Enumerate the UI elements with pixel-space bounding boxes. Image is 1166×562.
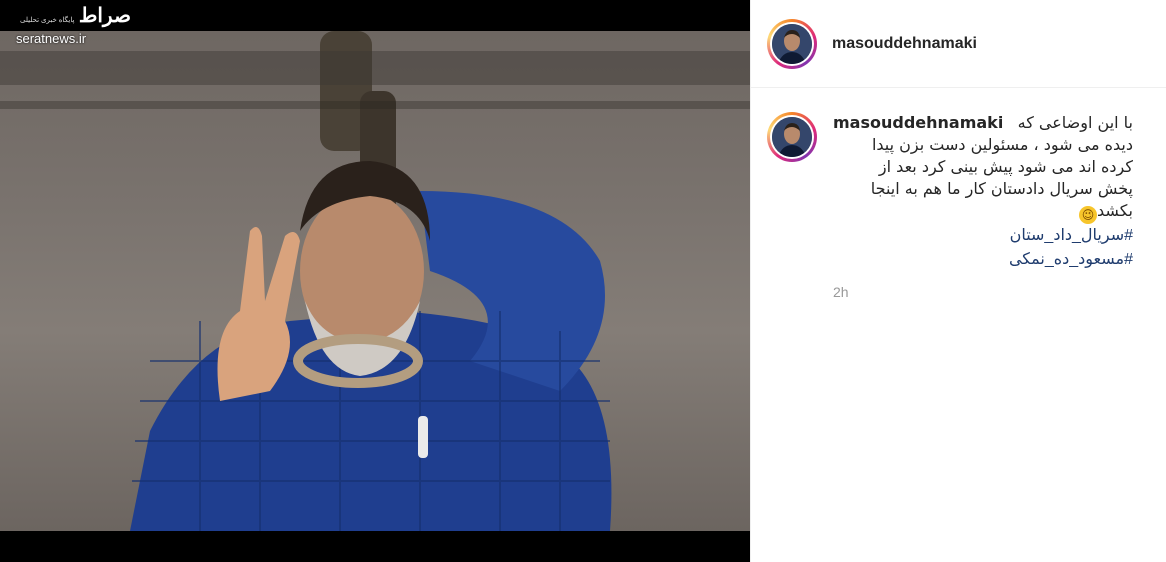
hashtag-link[interactable]: #سریال_داد_ستان (833, 224, 1133, 248)
watermark-subtitle: پایگاه خبری تحلیلی (20, 17, 75, 24)
caption-line: کرده اند می شود پیش بینی کرد بعد از (878, 157, 1133, 176)
watermark-logo: صراط (78, 3, 131, 27)
caption-text: masouddehnamaki با این اوضاعی که دیده می… (833, 112, 1133, 224)
post-sidebar: masouddehnamaki masouddehnamaki با این ا… (750, 0, 1166, 562)
header-username[interactable]: masouddehnamaki (832, 35, 977, 53)
avatar[interactable] (767, 112, 817, 162)
wink-emoji-icon: 😉 (1079, 206, 1098, 224)
caption-line: پخش سریال دادستان کار ما هم به اینجا (870, 179, 1133, 198)
caption-line: دیده می شود ، مسئولین دست بزن پیدا (871, 135, 1133, 154)
post-header: masouddehnamaki (751, 0, 1166, 88)
caption-line: با این اوضاعی که (1017, 113, 1133, 132)
watermark-url: seratnews.ir (16, 31, 87, 46)
caption-line: بکشد (1097, 201, 1133, 220)
caption-comment: masouddehnamaki با این اوضاعی که دیده می… (767, 112, 1151, 300)
caption-username[interactable]: masouddehnamaki (833, 112, 1003, 134)
avatar-icon (772, 23, 812, 64)
post-media[interactable]: صراط پایگاه خبری تحلیلی seratnews.ir (0, 0, 750, 562)
post-photo (0, 31, 750, 531)
avatar-icon (772, 117, 812, 157)
avatar[interactable] (767, 18, 817, 69)
hashtag-link[interactable]: #مسعود_ده_نمکی (833, 248, 1133, 272)
watermark: صراط پایگاه خبری تحلیلی seratnews.ir (16, 4, 131, 46)
post-timestamp[interactable]: 2h (833, 284, 1133, 300)
